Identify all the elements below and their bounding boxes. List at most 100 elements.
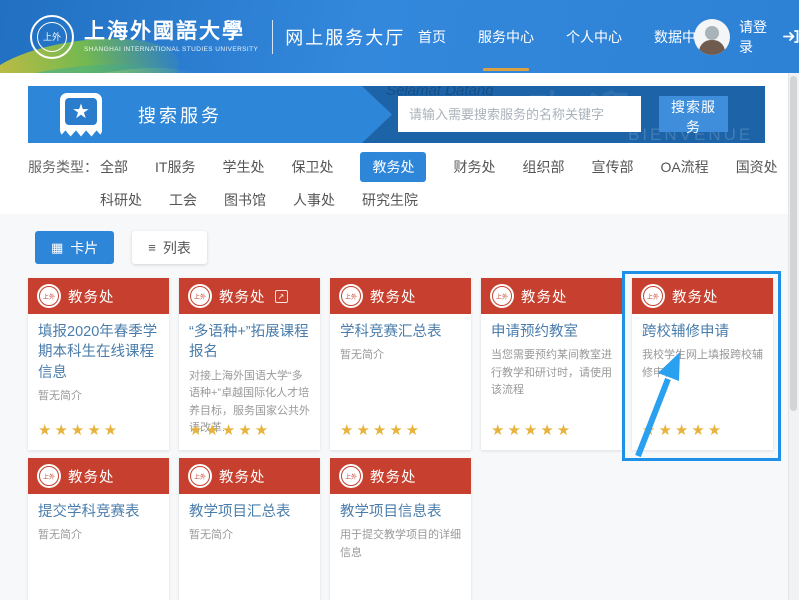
external-link-icon: ↗ <box>275 290 288 303</box>
university-name: 上海外國語大學 SHANGHAI INTERNATIONAL STUDIES U… <box>84 21 258 53</box>
filter-finance-office[interactable]: 财务处 <box>453 157 495 177</box>
search-banner: Selamat Datang BIENVENUE 欢迎 ★ 搜索服务 搜索服务 <box>28 86 765 143</box>
brand-area[interactable]: 上外 上海外國語大學 SHANGHAI INTERNATIONAL STUDIE… <box>30 0 405 73</box>
user-area: 请登录 <box>694 0 799 73</box>
dept-name: 教务处 <box>219 286 266 307</box>
card-header: 上外 教务处 <box>28 278 169 314</box>
star-rating: ★★★★★ <box>38 421 120 439</box>
dept-seal-icon: 上外 <box>188 284 212 308</box>
service-card-submit-competition-form[interactable]: 上外 教务处 提交学科竞赛表 暂无简介 ★★★★★ <box>28 458 169 600</box>
card-desc: 暂无简介 <box>340 347 461 365</box>
star-rating: ★★★★★ <box>189 421 271 439</box>
dept-name: 教务处 <box>370 466 417 487</box>
service-card-multilingual-signup[interactable]: 上外 教务处 ↗ “多语种+”拓展课程报名 对接上海外国语大学“多语种+”卓越国… <box>179 278 320 450</box>
filter-label: 服务类型： <box>28 152 100 215</box>
dept-seal-icon: 上外 <box>339 284 363 308</box>
dept-name: 教务处 <box>370 286 417 307</box>
dept-name: 教务处 <box>68 466 115 487</box>
main-nav: 首页 服务中心 个人中心 数据中心 <box>418 0 710 73</box>
service-card-grid: 上外 教务处 填报2020年春季学期本科生在线课程信息 暂无简介 ★★★★★ 上… <box>28 278 775 600</box>
filter-all[interactable]: 全部 <box>100 157 128 177</box>
card-header: 上外 教务处 <box>28 458 169 494</box>
dept-seal-icon: 上外 <box>188 464 212 488</box>
card-title: 填报2020年春季学期本科生在线课程信息 <box>38 322 159 383</box>
filter-row-2: 科研处 工会 图书馆 人事处 研究生院 <box>100 185 799 215</box>
card-title: 跨校辅修申请 <box>642 322 763 342</box>
card-header: 上外 教务处 <box>481 278 622 314</box>
service-type-filters: 服务类型： 全部 IT服务 学生处 保卫处 教务处 财务处 组织部 宣传部 OA… <box>28 152 768 215</box>
card-header: 上外 教务处 <box>179 458 320 494</box>
filter-oa-flow[interactable]: OA流程 <box>660 157 708 177</box>
filter-security-office[interactable]: 保卫处 <box>291 157 333 177</box>
list-icon: ≡ <box>148 241 156 254</box>
search-panel-label: 搜索服务 <box>138 102 222 128</box>
list-view-button[interactable]: ≡ 列表 <box>132 231 207 264</box>
filter-hr-office[interactable]: 人事处 <box>293 190 335 210</box>
dept-name: 教务处 <box>672 286 719 307</box>
search-button[interactable]: 搜索服务 <box>659 96 728 132</box>
filter-union[interactable]: 工会 <box>169 190 197 210</box>
service-card-cross-school-minor[interactable]: 上外 教务处 跨校辅修申请 我校学生网上填报跨校辅修申请 ★★★★★ <box>632 278 773 450</box>
dept-seal-icon: 上外 <box>37 464 61 488</box>
nav-personal-center[interactable]: 个人中心 <box>566 0 622 73</box>
top-header: 上外 上海外國語大學 SHANGHAI INTERNATIONAL STUDIE… <box>0 0 799 73</box>
service-card-online-course-info[interactable]: 上外 教务处 填报2020年春季学期本科生在线课程信息 暂无简介 ★★★★★ <box>28 278 169 450</box>
university-name-cn: 上海外國語大學 <box>84 21 258 43</box>
university-seal-icon: 上外 <box>30 15 74 59</box>
star-rating: ★★★★★ <box>491 421 573 439</box>
dept-seal-icon: 上外 <box>339 464 363 488</box>
filter-state-assets[interactable]: 国资处 <box>736 157 778 177</box>
view-toggle: ▦ 卡片 ≡ 列表 <box>35 231 207 264</box>
service-card-competition-summary[interactable]: 上外 教务处 学科竞赛汇总表 暂无简介 ★★★★★ <box>330 278 471 450</box>
star-rating: ★★★★★ <box>340 421 422 439</box>
service-hall-page: 上外 上海外國語大學 SHANGHAI INTERNATIONAL STUDIE… <box>0 0 799 600</box>
card-desc: 我校学生网上填报跨校辅修申请 <box>642 347 763 382</box>
login-arrow-icon <box>783 30 799 43</box>
search-banner-arrow: ★ 搜索服务 <box>28 86 392 143</box>
card-desc: 暂无简介 <box>189 527 310 545</box>
service-card-teaching-project-info[interactable]: 上外 教务处 教学项目信息表 用于提交教学项目的详细信息 ★★★★★ <box>330 458 471 600</box>
filter-graduate-school[interactable]: 研究生院 <box>362 190 418 210</box>
filter-it[interactable]: IT服务 <box>155 157 195 177</box>
card-header: 上外 教务处 ↗ <box>179 278 320 314</box>
card-desc: 暂无简介 <box>38 388 159 406</box>
dept-seal-icon: 上外 <box>37 284 61 308</box>
search-input[interactable] <box>398 96 641 132</box>
dept-name: 教务处 <box>219 466 266 487</box>
star-badge-icon: ★ <box>60 93 102 137</box>
divider <box>272 20 273 54</box>
dept-seal-icon: 上外 <box>490 284 514 308</box>
card-header: 上外 教务处 <box>632 278 773 314</box>
card-title: 教学项目信息表 <box>340 502 461 522</box>
dept-name: 教务处 <box>68 286 115 307</box>
star-rating: ★★★★★ <box>642 421 724 439</box>
nav-home[interactable]: 首页 <box>418 0 446 73</box>
nav-service-center[interactable]: 服务中心 <box>478 0 534 73</box>
filter-row-1: 全部 IT服务 学生处 保卫处 教务处 财务处 组织部 宣传部 OA流程 国资处… <box>100 152 799 182</box>
filter-academic-affairs[interactable]: 教务处 <box>360 152 426 182</box>
filter-student-office[interactable]: 学生处 <box>222 157 264 177</box>
service-card-classroom-reservation[interactable]: 上外 教务处 申请预约教室 当您需要预约某间教室进行教学和研讨时，请使用该流程 … <box>481 278 622 450</box>
dept-seal-icon: 上外 <box>641 284 665 308</box>
card-view-button[interactable]: ▦ 卡片 <box>35 231 114 264</box>
service-card-teaching-project-summary[interactable]: 上外 教务处 教学项目汇总表 暂无简介 ★★★★★ <box>179 458 320 600</box>
filter-research-office[interactable]: 科研处 <box>100 190 142 210</box>
card-desc: 当您需要预约某间教室进行教学和研讨时，请使用该流程 <box>491 347 612 400</box>
card-title: 申请预约教室 <box>491 322 612 342</box>
filter-library[interactable]: 图书馆 <box>224 190 266 210</box>
card-title: 教学项目汇总表 <box>189 502 310 522</box>
card-desc: 暂无简介 <box>38 527 159 545</box>
grid-icon: ▦ <box>51 241 63 254</box>
active-nav-underline <box>483 68 529 71</box>
scrollbar[interactable] <box>788 73 799 600</box>
portal-title: 网上服务大厅 <box>285 24 405 50</box>
card-title: “多语种+”拓展课程报名 <box>189 322 310 363</box>
filter-organization-dept[interactable]: 组织部 <box>522 157 564 177</box>
filter-publicity-dept[interactable]: 宣传部 <box>591 157 633 177</box>
avatar[interactable] <box>694 19 730 55</box>
scrollbar-thumb[interactable] <box>790 76 797 411</box>
card-desc: 用于提交教学项目的详细信息 <box>340 527 461 562</box>
login-button[interactable]: 请登录 <box>739 17 799 57</box>
card-header: 上外 教务处 <box>330 278 471 314</box>
dept-name: 教务处 <box>521 286 568 307</box>
